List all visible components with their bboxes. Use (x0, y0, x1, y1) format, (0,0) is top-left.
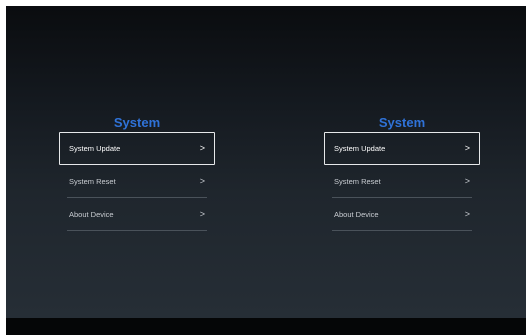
menu-item-label: System Update (69, 144, 121, 153)
menu-item-label: About Device (334, 210, 379, 219)
chevron-right-icon: > (464, 209, 470, 219)
system-menu-panel-right: System System Update > System Reset > Ab… (324, 114, 480, 231)
chevron-right-icon: > (199, 176, 205, 186)
system-menu: System Update > System Reset > About Dev… (324, 132, 480, 231)
menu-item-system-update[interactable]: System Update > (324, 132, 480, 165)
panel-title: System (113, 115, 161, 130)
chevron-right-icon: > (464, 176, 470, 186)
menu-item-label: System Update (334, 144, 386, 153)
chevron-right-icon: > (464, 143, 470, 153)
menu-item-label: System Reset (334, 177, 381, 186)
menu-item-system-reset[interactable]: System Reset > (59, 165, 215, 198)
menu-item-about-device[interactable]: About Device > (324, 198, 480, 231)
divider (67, 230, 207, 231)
chevron-right-icon: > (199, 209, 205, 219)
divider (332, 230, 472, 231)
menu-item-system-update[interactable]: System Update > (59, 132, 215, 165)
menu-item-about-device[interactable]: About Device > (59, 198, 215, 231)
bottom-bar (6, 318, 526, 335)
menu-item-label: About Device (69, 210, 114, 219)
system-menu: System Update > System Reset > About Dev… (59, 132, 215, 231)
system-menu-panel-left: System System Update > System Reset > Ab… (59, 114, 215, 231)
menu-item-label: System Reset (69, 177, 116, 186)
tv-screen: System System Update > System Reset > Ab… (6, 6, 526, 318)
menu-item-system-reset[interactable]: System Reset > (324, 165, 480, 198)
chevron-right-icon: > (199, 143, 205, 153)
panel-title: System (378, 115, 426, 130)
